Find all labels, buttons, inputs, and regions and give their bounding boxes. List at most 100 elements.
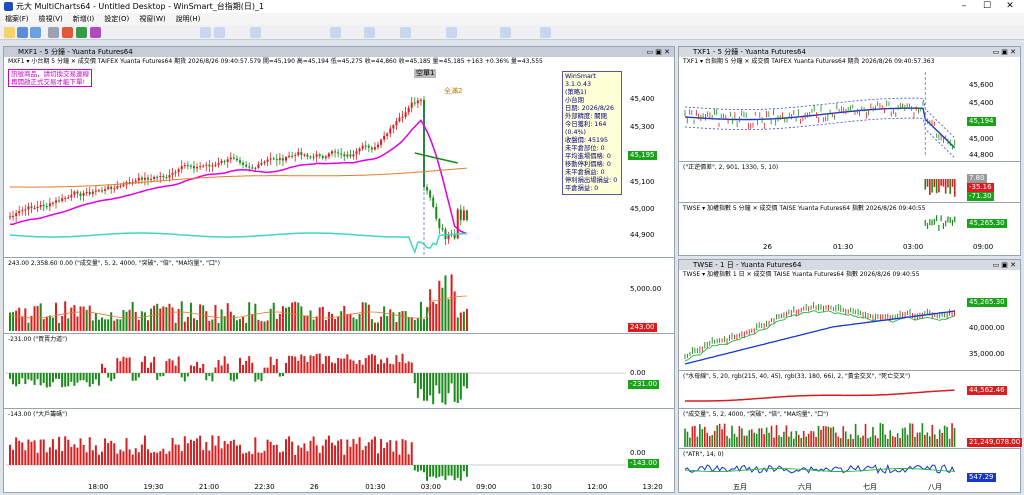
fib-tool-icon[interactable] [400,27,411,38]
candle-body [426,187,429,191]
layout-icon[interactable] [540,27,551,38]
bigtrader-bar [352,439,355,465]
volume-bar [748,430,751,447]
volume-bar [143,312,146,331]
volume-bar [797,434,800,447]
basis-bar [953,179,956,197]
line-tool-icon[interactable] [214,27,225,38]
volume-bar [862,435,864,447]
volume-bar [355,319,358,331]
volume-bar [119,319,122,331]
buysell-bar [450,373,453,384]
candle-body [248,166,251,168]
arrow-tool-icon[interactable] [446,27,457,38]
left-chart-window-controls[interactable]: ▭ ▣ ✕ [646,48,670,56]
twse-5min-chart[interactable] [681,213,963,239]
volume-bar [64,301,67,331]
volume-bar [73,305,76,331]
bigtrader-bar [456,465,459,478]
volume-bar [755,433,758,447]
volume-bar [800,437,803,447]
replay-icon[interactable] [500,27,511,38]
twse-daily-chart[interactable] [681,280,963,368]
bigtrader-bar [294,454,297,465]
bigtrader-bar [97,454,100,465]
candle-body [324,156,327,159]
right-bottom-window-controls[interactable]: ▭ ▣ ✕ [992,261,1016,269]
time-axis: 18:00 19:30 21:00 22:30 26 01:30 03:00 09:00 10:… [4,483,663,493]
daily-volume-chart[interactable] [681,419,963,447]
print-icon[interactable] [48,27,59,38]
right-top-window-controls[interactable]: ▭ ▣ ✕ [992,48,1016,56]
bigtrader-bar [76,447,79,465]
text-tool-icon[interactable] [364,27,375,38]
bigtrader-bar [64,436,67,465]
bigtrader-chart[interactable] [6,419,626,481]
zoom-icon[interactable] [330,27,341,38]
draw-tool-icon[interactable] [250,27,261,38]
buysell-bar [101,363,103,373]
candle-body [404,112,407,117]
volume-bar [795,431,798,447]
left-chart-window: MXF1 - 5 分鐘 - Yuanta Futures64 ▭ ▣ ✕ MXF… [3,46,675,493]
volume-bar [904,427,906,447]
close-button[interactable]: ✕ [1001,1,1019,12]
maximize-button[interactable]: ☐ [978,1,996,12]
buysell-bar [312,356,315,373]
candle-body [30,206,33,209]
candle-body [58,200,61,202]
indicator-icon[interactable] [76,27,87,38]
menu-settings[interactable]: 設定(O) [99,13,134,25]
buysell-chart[interactable] [6,343,626,407]
buysell-bar [9,373,11,379]
buysell-bar [346,354,349,373]
chart-icon[interactable] [62,27,73,38]
volume-bar [884,434,887,447]
right-bottom-tab[interactable]: TWSE - 1 日 - Yuanta Futures64 [679,260,1020,270]
buysell-bar [51,373,54,383]
open-icon[interactable] [17,27,28,38]
volume-bar [926,432,929,447]
right-bottom-window: TWSE - 1 日 - Yuanta Futures64 ▭ ▣ ✕ TWSE… [678,259,1023,493]
basis-chart[interactable] [681,173,963,201]
buysell-bar [153,356,156,373]
jellyfish-chart[interactable] [681,381,963,407]
volume-bar [48,315,51,331]
new-icon[interactable] [4,27,15,38]
menu-window[interactable]: 視窗(W) [134,13,170,25]
txf-price-chart[interactable] [681,67,963,159]
buysell-bar [116,358,119,373]
bigtrader-bar [239,444,241,465]
buysell-bar [168,358,171,373]
minimize-button[interactable]: – [955,1,973,12]
volume-bar [951,423,953,447]
bigtrader-bar [217,436,220,465]
bigtrader-bar [15,437,18,465]
left-chart-tab[interactable]: MXF1 - 5 分鐘 - Yuanta Futures64 [4,47,674,57]
volume-bar [186,316,189,331]
mxf-price-chart[interactable] [6,67,626,257]
volume-bar [94,313,97,331]
atr-chart[interactable] [681,459,963,481]
candle-body [33,208,36,210]
candle-body [419,99,422,101]
save-icon[interactable] [30,27,41,38]
menu-view[interactable]: 檢視(V) [34,13,68,25]
cursor-icon[interactable] [200,27,211,38]
menu-file[interactable]: 檔案(F) [0,13,34,25]
buysell-bar [309,355,312,373]
volume-bar [953,427,956,447]
strategy-icon[interactable] [90,27,101,38]
volume-bar [251,314,254,331]
volume-bar [802,430,805,447]
menu-insert[interactable]: 新增(I) [68,13,100,25]
volume-bar [435,303,438,331]
bigtrader-bar [383,447,386,465]
right-top-tab[interactable]: TXF1 - 5 分鐘 - Yuanta Futures64 [679,47,1020,57]
volume-chart[interactable] [6,267,626,331]
stats-line: 今日獲利: 164 (0.4%) [565,121,607,136]
volume-bar [733,433,736,447]
candle-body [269,158,272,160]
volume-bar [88,305,91,331]
menu-help[interactable]: 說明(H) [171,13,206,25]
